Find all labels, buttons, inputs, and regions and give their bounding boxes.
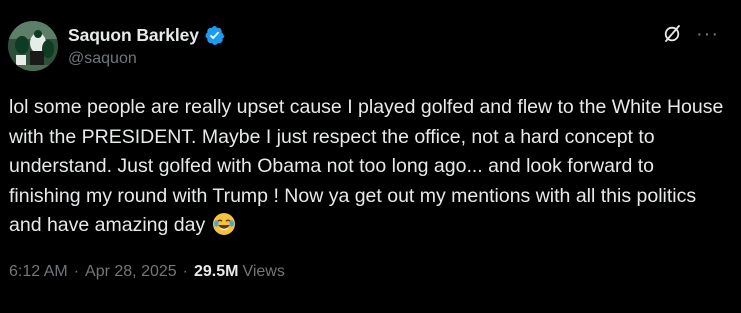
tweet-text: lol some people are really upset cause I… <box>9 93 724 241</box>
tweet-meta: 6:12 AM · Apr 28, 2025 · 29.5M Views <box>9 263 285 281</box>
avatar[interactable] <box>8 21 58 71</box>
face-with-tears-of-joy-icon <box>212 213 235 235</box>
avatar-photo <box>8 21 58 71</box>
tweet-card: Saquon Barkley @saquon ··· lol some peop… <box>0 0 741 313</box>
meta-separator: · <box>182 263 188 280</box>
views-label[interactable]: Views <box>242 263 284 281</box>
display-name[interactable]: Saquon Barkley <box>68 25 199 46</box>
handle[interactable]: @saquon <box>68 50 225 68</box>
verified-badge-icon[interactable] <box>204 25 225 46</box>
tweet-time[interactable]: 6:12 AM <box>9 263 68 281</box>
header-actions: ··· <box>662 24 719 44</box>
grok-icon[interactable] <box>662 24 682 44</box>
tweet-text-content: lol some people are really upset cause I… <box>9 96 724 236</box>
views-count[interactable]: 29.5M <box>194 263 238 281</box>
more-options-icon[interactable]: ··· <box>696 24 719 44</box>
meta-separator: · <box>73 263 80 280</box>
tweet-date[interactable]: Apr 28, 2025 <box>85 263 177 281</box>
author-info: Saquon Barkley @saquon <box>68 22 225 68</box>
